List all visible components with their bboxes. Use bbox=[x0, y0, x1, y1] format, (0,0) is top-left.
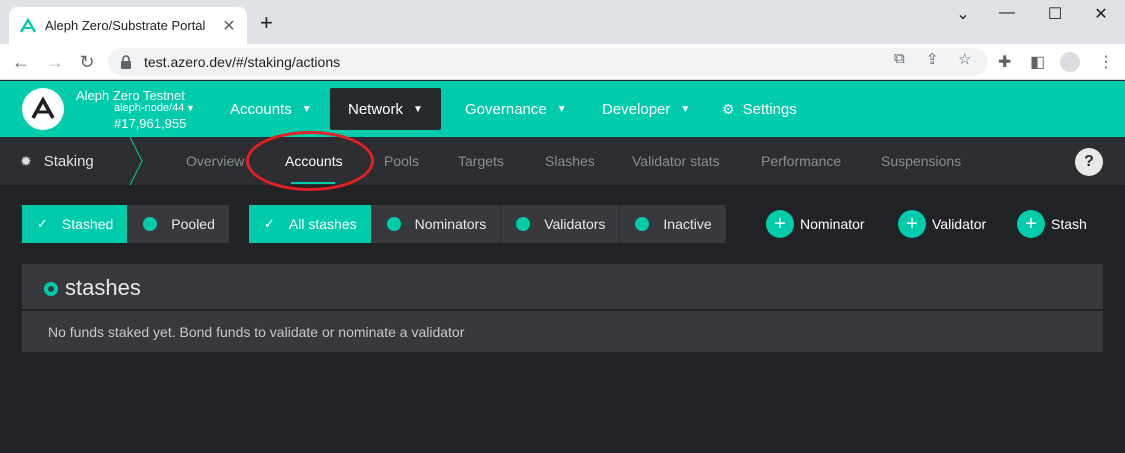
empty-message: No funds staked yet. Bond funds to valid… bbox=[48, 324, 465, 340]
caret-down-icon: ▼ bbox=[413, 103, 423, 115]
menu-label: Developer bbox=[602, 100, 671, 118]
share-icon[interactable]: ⇪ bbox=[926, 50, 939, 68]
red-annotation-ellipse bbox=[246, 131, 374, 191]
menu-developer[interactable]: Developer ▼ bbox=[602, 81, 690, 137]
reload-icon[interactable]: ↻ bbox=[76, 51, 98, 73]
staking-subnav: ✹ Staking Overview Accounts Pools Target… bbox=[0, 137, 1125, 185]
plus-icon: + bbox=[898, 210, 926, 238]
url-text: test.azero.dev/#/staking/actions bbox=[144, 54, 341, 70]
add-stash-button[interactable]: + Stash bbox=[1017, 208, 1087, 240]
action-label: Validator bbox=[932, 216, 987, 232]
chain-name[interactable]: Aleph Zero Testnet bbox=[76, 88, 185, 103]
stashes-panel-body: No funds staked yet. Bond funds to valid… bbox=[22, 311, 1103, 352]
tab-performance[interactable]: Performance bbox=[761, 137, 841, 185]
browser-toolbar: ← → ↻ test.azero.dev/#/staking/actions ⧉… bbox=[0, 44, 1125, 80]
toggle-label: Stashed bbox=[61, 216, 114, 232]
forward-icon[interactable]: → bbox=[44, 51, 66, 73]
dot-icon bbox=[386, 217, 401, 231]
tab-overview[interactable]: Overview bbox=[186, 137, 244, 185]
menu-settings[interactable]: ⚙ Settings bbox=[722, 81, 797, 137]
profile-avatar-icon[interactable] bbox=[1060, 52, 1080, 72]
menu-label: Settings bbox=[742, 100, 797, 118]
plus-icon: + bbox=[766, 210, 794, 238]
tab-targets[interactable]: Targets bbox=[458, 137, 504, 185]
chevron-down-icon[interactable]: ⌄ bbox=[940, 4, 986, 24]
browser-tab[interactable]: Aleph Zero/Substrate Portal ✕ bbox=[9, 7, 247, 44]
back-icon[interactable]: ← bbox=[10, 51, 32, 73]
toggle-label: Inactive bbox=[663, 216, 712, 232]
translate-icon[interactable]: ⧉ bbox=[894, 50, 905, 67]
stashes-dot-icon bbox=[44, 282, 58, 296]
inactive-toggle[interactable]: Inactive bbox=[620, 205, 726, 243]
breadcrumb-chevron-icon bbox=[129, 137, 143, 185]
minimize-icon[interactable]: — bbox=[984, 4, 1030, 22]
caret-down-icon: ▼ bbox=[556, 103, 567, 115]
lock-icon bbox=[121, 55, 131, 69]
menu-governance[interactable]: Governance ▼ bbox=[465, 81, 567, 137]
menu-accounts[interactable]: Accounts ▼ bbox=[230, 81, 312, 137]
caret-down-icon[interactable]: ▼ bbox=[186, 103, 195, 113]
toggle-label: Pooled bbox=[171, 216, 215, 232]
maximize-icon[interactable]: ☐ bbox=[1032, 4, 1078, 24]
close-tab-icon[interactable]: ✕ bbox=[221, 16, 237, 36]
pooled-toggle[interactable]: Pooled bbox=[128, 205, 229, 243]
toggle-label: Validators bbox=[544, 216, 606, 232]
tab-slashes[interactable]: Slashes bbox=[545, 137, 595, 185]
validators-toggle[interactable]: Validators bbox=[501, 205, 621, 243]
action-label: Nominator bbox=[800, 216, 865, 232]
more-menu-icon[interactable]: ⋮ bbox=[1098, 52, 1114, 72]
tab-title: Aleph Zero/Substrate Portal bbox=[45, 18, 206, 33]
stashed-toggle[interactable]: ✓ Stashed bbox=[22, 205, 129, 243]
caret-down-icon: ▼ bbox=[680, 103, 691, 115]
stash-filter-toggle: ✓ All stashes Nominators Validators Inac… bbox=[249, 205, 726, 243]
browser-tab-bar: Aleph Zero/Substrate Portal ✕ + ⌄ — ☐ ✕ bbox=[0, 0, 1125, 44]
app-header: Aleph Zero Testnet aleph-node/44 ▼ #17,9… bbox=[0, 81, 1125, 137]
dot-icon bbox=[635, 217, 650, 231]
check-icon: ✓ bbox=[264, 216, 275, 231]
toggle-label: All stashes bbox=[288, 216, 357, 232]
gears-icon: ⚙ bbox=[722, 100, 735, 117]
stashes-title: stashes bbox=[65, 275, 141, 300]
all-stashes-toggle[interactable]: ✓ All stashes bbox=[249, 205, 372, 243]
check-icon: ✓ bbox=[37, 216, 48, 231]
node-name[interactable]: aleph-node/44 bbox=[114, 102, 184, 114]
extensions-icon[interactable]: ✚ bbox=[998, 52, 1011, 72]
add-nominator-button[interactable]: + Nominator bbox=[766, 208, 865, 240]
tab-suspensions[interactable]: Suspensions bbox=[881, 137, 961, 185]
add-validator-button[interactable]: + Validator bbox=[898, 208, 986, 240]
new-tab-icon[interactable]: + bbox=[260, 12, 273, 34]
menu-label: Network bbox=[348, 100, 404, 118]
plus-icon: + bbox=[1017, 210, 1045, 238]
section-title: ✹ Staking bbox=[20, 137, 94, 185]
help-button[interactable]: ? bbox=[1075, 148, 1103, 176]
aleph-zero-logo-icon bbox=[31, 96, 55, 119]
close-window-icon[interactable]: ✕ bbox=[1078, 4, 1124, 24]
aleph-zero-logo[interactable] bbox=[22, 88, 64, 130]
bookmark-star-icon[interactable]: ☆ bbox=[958, 50, 971, 68]
dot-icon bbox=[516, 217, 531, 231]
stash-type-toggle: ✓ Stashed Pooled bbox=[22, 205, 229, 243]
tab-validator-stats[interactable]: Validator stats bbox=[632, 137, 720, 185]
dot-icon bbox=[143, 217, 158, 231]
staking-gear-icon: ✹ bbox=[20, 152, 32, 169]
section-label: Staking bbox=[43, 152, 94, 170]
address-bar[interactable]: test.azero.dev/#/staking/actions bbox=[108, 48, 988, 76]
aleph-zero-favicon-icon bbox=[19, 17, 37, 33]
menu-network[interactable]: Network ▼ bbox=[330, 88, 441, 130]
toggle-label: Nominators bbox=[414, 216, 487, 232]
tab-pools[interactable]: Pools bbox=[384, 137, 419, 185]
block-number: #17,961,955 bbox=[114, 116, 187, 131]
action-label: Stash bbox=[1051, 216, 1087, 232]
stashes-panel-header: stashes bbox=[22, 264, 1103, 309]
nominators-toggle[interactable]: Nominators bbox=[371, 205, 502, 243]
caret-down-icon: ▼ bbox=[301, 103, 312, 115]
side-panel-icon[interactable]: ◧ bbox=[1030, 52, 1045, 72]
menu-label: Accounts bbox=[230, 100, 292, 118]
menu-label: Governance bbox=[465, 100, 547, 118]
